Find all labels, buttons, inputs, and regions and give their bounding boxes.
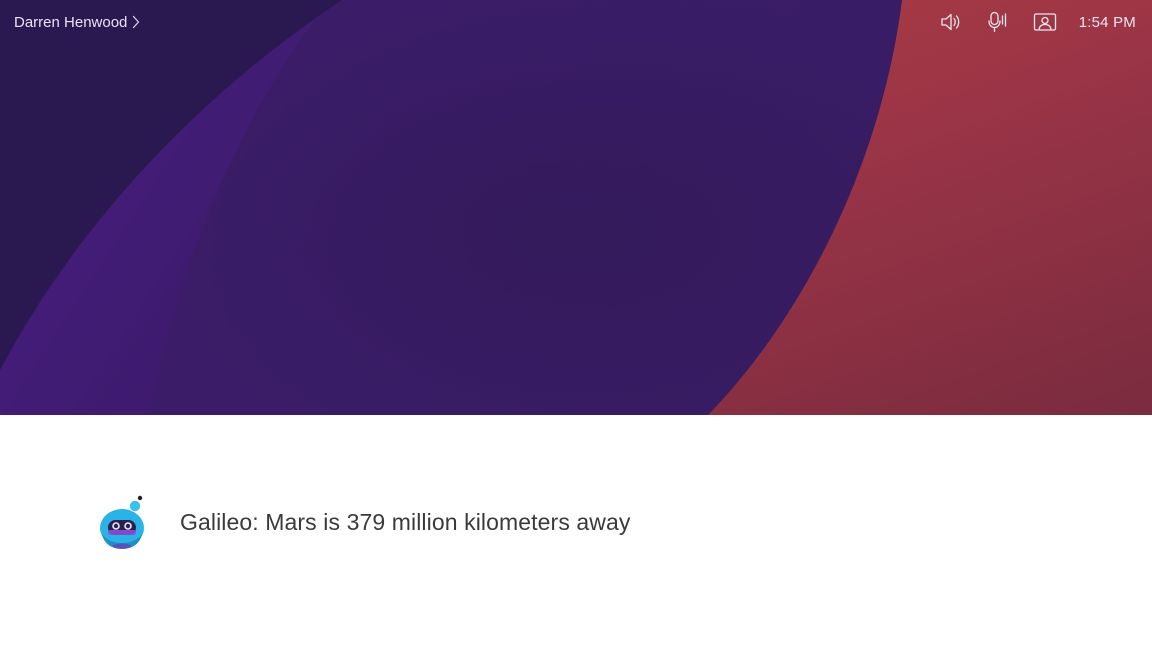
chevron-right-icon [133,15,140,29]
touch-panel-home: Darren Henwood 1:54 PM Galileo: Mars is … [0,0,1152,648]
speaker-icon [941,13,960,31]
assistant-message: Galileo: Mars is 379 million kilometers … [98,494,631,550]
microphone-icon [988,11,1006,33]
status-bar: 1:54 PM [938,10,1136,34]
assistant-bot-icon [100,495,144,549]
user-menu-button[interactable]: Darren Henwood [14,12,140,32]
clock: 1:54 PM [1078,13,1136,31]
wallpaper-background [0,0,1152,415]
user-name: Darren Henwood [14,13,128,31]
microphone-button[interactable] [985,10,1011,34]
volume-button[interactable] [938,10,964,34]
assistant-message-text: Galileo: Mars is 379 million kilometers … [180,508,631,535]
self-view-icon [1033,13,1056,31]
self-view-button[interactable] [1032,10,1058,34]
